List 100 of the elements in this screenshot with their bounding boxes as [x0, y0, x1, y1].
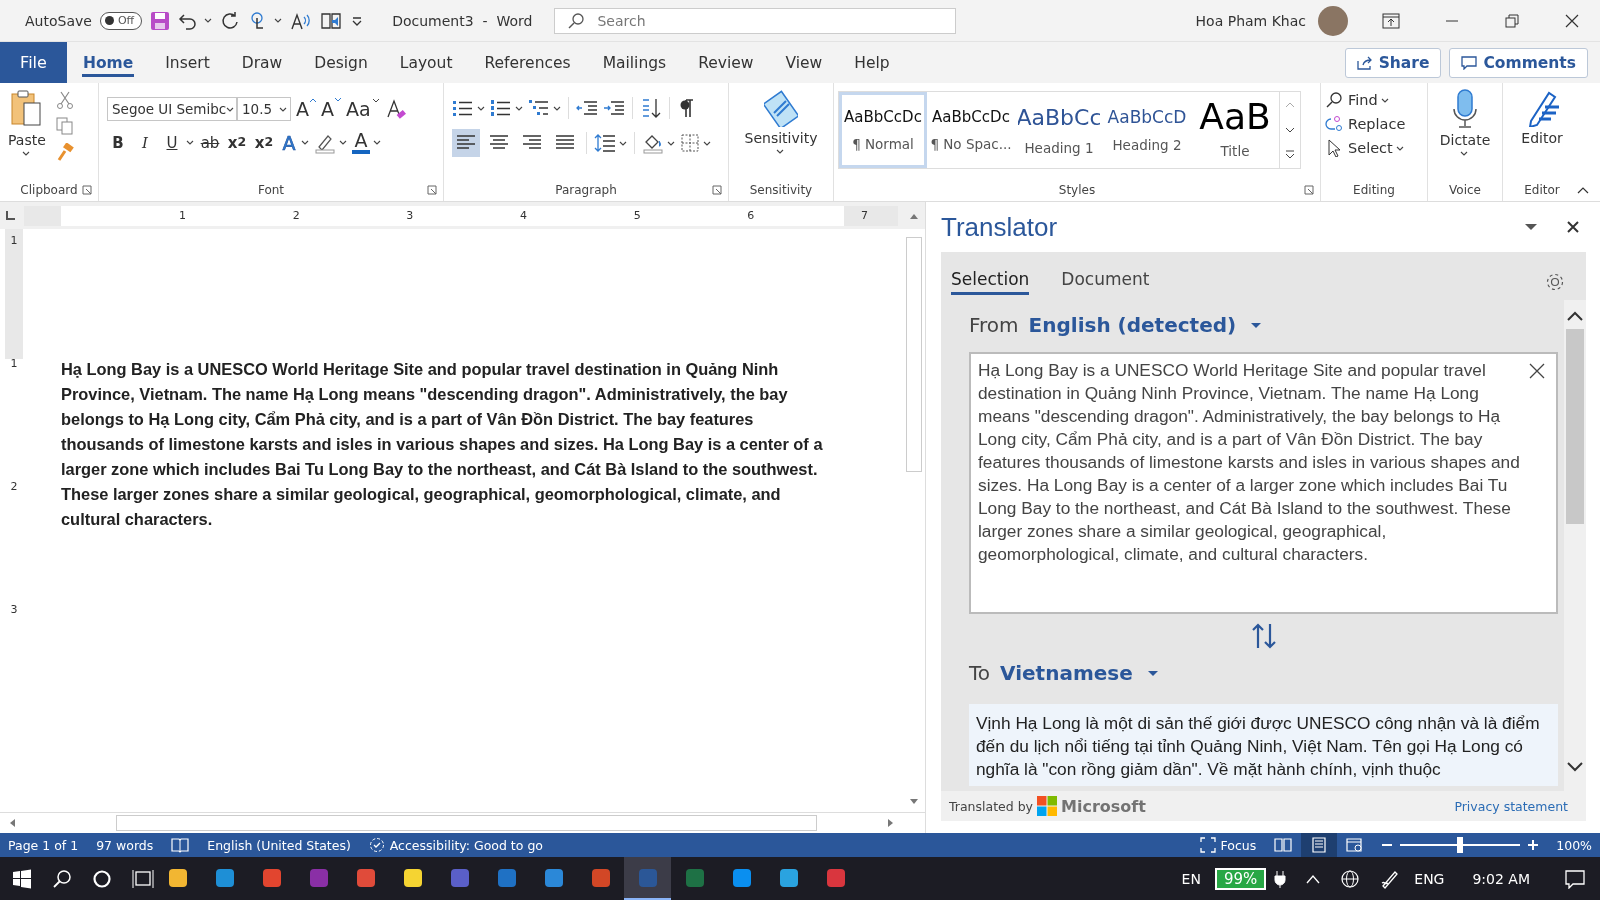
ribbon-tab[interactable]: Design — [298, 42, 384, 83]
increase-indent-icon[interactable] — [603, 98, 625, 118]
pane-options-icon[interactable] — [1524, 222, 1538, 232]
editor-button[interactable]: Editor — [1517, 87, 1567, 179]
caret-icon[interactable] — [1395, 145, 1404, 151]
source-text-box[interactable]: Hạ Long Bay is a UNESCO World Heritage Site and popular travel destination in Quảng Ninh Province, Vietnam. The name Hạ Long means "descending dragon". Administratively, the bay belongs to Hạ Long city, Cẩm Phả city, and is a part of Vân Đồn District. The bay features thousands of limestone karsts and isles in various shapes and sizes. Ha Long Bay is a center of a larger zone which includes Bai Tu Long Bay to the northeast, and Cát Bà Island to the southwest. These larger zones share a similar geological, geographical, geomorphological, climate, and cultural characters. — [969, 352, 1558, 614]
target-language-dropdown[interactable]: Vietnamese — [1000, 661, 1159, 685]
style-item[interactable]: AaBbCcDc ¶ No Spac... — [927, 92, 1015, 168]
keyboard-language[interactable]: ENG — [1414, 870, 1445, 887]
format-button[interactable]: x$^{2}$ — [253, 133, 275, 152]
ribbon-tab[interactable]: Help — [838, 42, 906, 83]
redo-icon[interactable] — [220, 10, 241, 31]
tab-selector[interactable] — [6, 211, 15, 220]
word-count[interactable]: 97 words — [96, 837, 154, 853]
scrollbar-thumb[interactable] — [906, 237, 922, 472]
translator-tab[interactable]: Document — [1061, 269, 1150, 295]
borders-icon[interactable] — [680, 133, 700, 153]
input-indicator[interactable]: EN — [1181, 870, 1201, 887]
format-button[interactable]: ab — [199, 133, 221, 152]
ribbon-tab[interactable]: Insert — [149, 42, 226, 83]
dialog-launcher-icon[interactable] — [82, 185, 92, 195]
privacy-link[interactable]: Privacy statement — [1454, 798, 1568, 814]
scroll-down-arrow-icon[interactable] — [909, 798, 919, 806]
scrollbar-thumb[interactable] — [116, 815, 817, 831]
grow-font-button[interactable]: A — [296, 98, 316, 120]
notifications-icon[interactable] — [1564, 868, 1586, 889]
caret-icon[interactable] — [21, 151, 30, 156]
decrease-indent-icon[interactable] — [576, 98, 598, 118]
restore-icon[interactable] — [1504, 12, 1520, 29]
ribbon-tab[interactable]: Draw — [225, 42, 299, 83]
language-status[interactable]: English (United States) — [207, 837, 351, 853]
caret-icon[interactable] — [619, 140, 627, 146]
caret-icon[interactable] — [204, 18, 213, 23]
task-view-icon[interactable] — [132, 868, 154, 889]
caret-icon[interactable] — [776, 149, 784, 154]
start-icon[interactable] — [12, 868, 32, 889]
swap-languages-icon[interactable] — [1250, 622, 1277, 650]
translator-tab[interactable]: Selection — [951, 269, 1030, 295]
ribbon-display-icon[interactable] — [1382, 12, 1400, 29]
font-name-dropdown[interactable]: Segoe UI Semibc — [107, 97, 237, 121]
style-item[interactable]: AaBbCcDc ¶ Normal — [839, 92, 927, 168]
ribbon-tab[interactable]: Home — [67, 42, 150, 83]
line-spacing-icon[interactable] — [594, 133, 616, 153]
select-button[interactable]: Select — [1325, 139, 1423, 157]
text-effects-button[interactable]: A — [280, 131, 298, 154]
zoom-percent[interactable]: 100% — [1556, 837, 1592, 853]
search-icon[interactable] — [52, 868, 72, 889]
file-tab[interactable]: File — [0, 42, 67, 83]
caret-icon[interactable] — [553, 105, 561, 111]
caret-icon[interactable] — [515, 105, 523, 111]
dialog-launcher-icon[interactable] — [712, 185, 722, 195]
sensitivity-button[interactable]: Sensitivity — [740, 87, 822, 179]
collapse-ribbon-icon[interactable] — [1576, 185, 1590, 195]
proofing-icon[interactable] — [171, 837, 190, 853]
focus-button[interactable]: Focus — [1199, 837, 1257, 853]
format-button[interactable]: U — [161, 133, 183, 152]
caret-icon[interactable] — [339, 140, 347, 145]
settings-icon[interactable] — [1544, 271, 1566, 293]
scroll-right-arrow-icon[interactable] — [887, 818, 895, 828]
caret-icon[interactable] — [279, 106, 287, 112]
ribbon-tab[interactable]: Mailings — [586, 42, 683, 83]
caret-icon[interactable] — [274, 18, 283, 23]
scroll-down-icon[interactable] — [1566, 761, 1584, 773]
format-button[interactable]: B — [107, 133, 129, 152]
accessibility-status[interactable]: Accessibility: Good to go — [368, 837, 543, 853]
caret-icon[interactable] — [301, 140, 309, 145]
save-icon[interactable] — [150, 10, 171, 31]
alignment-button[interactable] — [452, 129, 480, 157]
format-button[interactable]: I — [134, 133, 156, 152]
paste-button[interactable]: Paste — [4, 87, 50, 158]
clear-icon[interactable] — [1528, 362, 1546, 380]
sort-icon[interactable] — [640, 97, 662, 119]
taskbar-app[interactable] — [624, 857, 671, 900]
font-size-dropdown[interactable]: 10.5 — [237, 97, 291, 121]
caret-icon[interactable] — [667, 140, 675, 146]
clear-formatting-icon[interactable] — [384, 98, 407, 120]
caret-icon[interactable] — [703, 140, 711, 146]
search-input[interactable]: Search — [595, 11, 944, 30]
ribbon-tab[interactable]: View — [769, 42, 839, 83]
caret-icon[interactable] — [1380, 97, 1389, 103]
autosave-toggle[interactable]: Off — [99, 11, 143, 30]
change-case-button[interactable]: Aa — [346, 98, 380, 120]
find-button[interactable]: Find — [1325, 91, 1423, 109]
close-icon[interactable] — [1566, 220, 1580, 234]
caret-icon[interactable] — [1460, 151, 1468, 156]
show-hidden-icons-icon[interactable] — [1306, 873, 1321, 884]
zoom-slider-thumb[interactable] — [1457, 837, 1464, 853]
dictate-button[interactable]: Dictate — [1435, 87, 1495, 179]
view-button[interactable] — [1301, 833, 1338, 857]
style-item[interactable]: AaB Title — [1191, 92, 1279, 168]
dialog-launcher-icon[interactable] — [1304, 185, 1314, 195]
source-language-dropdown[interactable]: English (detected) — [1028, 313, 1263, 337]
globe-icon[interactable] — [1340, 868, 1361, 889]
font-color-button[interactable]: A — [352, 131, 370, 154]
search-field[interactable]: Search — [554, 7, 957, 34]
immersive-reader-icon[interactable] — [320, 10, 343, 31]
caret-icon[interactable] — [477, 105, 485, 111]
caret-icon[interactable] — [226, 106, 235, 112]
cut-icon[interactable] — [55, 91, 74, 109]
page-count[interactable]: Page 1 of 1 — [8, 837, 79, 853]
